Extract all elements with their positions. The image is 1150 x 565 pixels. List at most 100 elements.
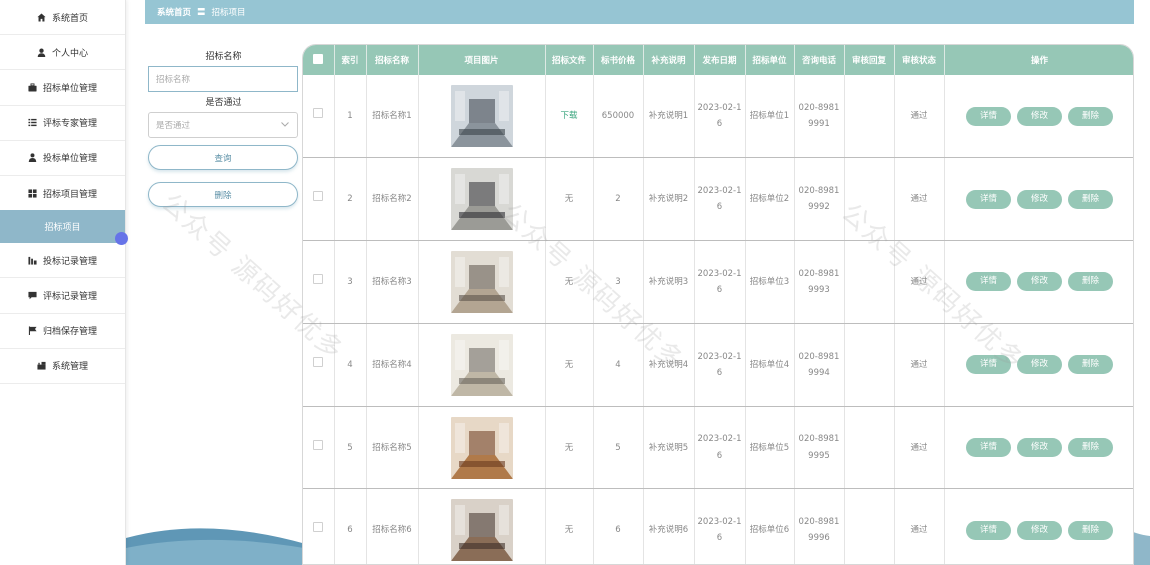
sidebar-item-archive[interactable]: 归档保存管理 — [0, 314, 125, 349]
breadcrumb-separator: 〓 — [197, 8, 206, 18]
cell-status: 通过 — [894, 240, 945, 324]
pass-select-placeholder: 是否通过 — [156, 121, 191, 131]
header-date: 发布日期 — [694, 45, 746, 75]
edit-button[interactable]: 修改 — [1017, 520, 1062, 540]
header-name: 招标名称 — [366, 45, 419, 75]
detail-button[interactable]: 详情 — [966, 189, 1011, 209]
cell-unit: 招标单位1 — [745, 75, 795, 159]
cell-status: 通过 — [894, 75, 945, 159]
cell-price: 3 — [593, 240, 644, 324]
row-select-cell — [303, 406, 335, 490]
select-all-checkbox[interactable] — [313, 53, 324, 64]
header-actions: 操作 — [944, 45, 1133, 75]
list-icon — [28, 118, 37, 127]
project-image[interactable] — [450, 499, 513, 562]
cell-file: 无 — [545, 240, 594, 324]
row-checkbox[interactable] — [313, 356, 324, 367]
project-image[interactable] — [450, 333, 513, 396]
delete-button[interactable]: 删除 — [1068, 438, 1113, 458]
cell-file: 无 — [545, 323, 594, 407]
row-checkbox[interactable] — [313, 273, 324, 284]
name-search-input[interactable]: 招标名称 — [148, 66, 298, 92]
briefcase-icon — [28, 83, 37, 92]
table-row: 2 招标名称2 无 2 补充说明2 2023-02-16 招标单位2 020-89819992… — [303, 157, 1133, 242]
row-checkbox[interactable] — [313, 439, 324, 450]
grid-icon — [28, 188, 37, 198]
cell-date: 2023-02-16 — [694, 75, 746, 159]
row-checkbox[interactable] — [313, 108, 324, 119]
cell-unit: 招标单位3 — [745, 240, 795, 324]
cell-index: 5 — [334, 406, 367, 490]
row-checkbox[interactable] — [313, 522, 324, 533]
pass-select[interactable]: 是否通过 — [148, 112, 298, 138]
detail-button[interactable]: 详情 — [966, 355, 1011, 375]
edit-button[interactable]: 修改 — [1017, 272, 1062, 292]
sidebar-item-bidder-unit[interactable]: 投标单位管理 — [0, 141, 125, 176]
comment-icon — [28, 291, 37, 300]
query-button[interactable]: 查询 — [148, 145, 298, 170]
sidebar-item-system[interactable]: 系统管理 — [0, 349, 125, 384]
sidebar-item-profile[interactable]: 个人中心 — [0, 35, 125, 71]
table-header-row: 索引 招标名称 项目图片 招标文件 标书价格 补充说明 发布日期 招标单位 咨询… — [303, 45, 1133, 75]
header-image: 项目图片 — [418, 45, 546, 75]
cell-note: 补充说明6 — [643, 488, 695, 564]
breadcrumb: 系统首页 〓 招标项目 — [145, 0, 1134, 24]
cell-actions: 详情 修改 删除 — [944, 323, 1133, 407]
home-icon — [37, 13, 46, 22]
project-image[interactable] — [450, 250, 513, 313]
sidebar-item-label: 系统管理 — [51, 362, 88, 373]
edit-button[interactable]: 修改 — [1017, 106, 1062, 126]
sidebar-item-experts[interactable]: 评标专家管理 — [0, 106, 125, 141]
row-select-cell — [303, 323, 335, 407]
sidebar-item-projects[interactable]: 招标项目管理 — [0, 176, 125, 212]
cell-image — [418, 488, 546, 564]
project-image[interactable] — [450, 416, 513, 479]
cell-date: 2023-02-16 — [694, 240, 746, 324]
delete-button[interactable]: 删除 — [1068, 355, 1113, 375]
file-none: 无 — [564, 194, 574, 205]
sidebar-item-evaluation-records[interactable]: 评标记录管理 — [0, 278, 125, 314]
file-none: 无 — [564, 525, 574, 536]
cell-price: 2 — [593, 157, 644, 242]
table-row: 6 招标名称6 无 6 补充说明6 2023-02-16 招标单位6 020-89819996… — [303, 488, 1133, 564]
cell-reply — [844, 488, 895, 564]
cell-image — [418, 323, 546, 407]
sidebar-item-label: 归档保存管理 — [42, 327, 97, 338]
sidebar-item-tender-unit[interactable]: 招标单位管理 — [0, 70, 125, 106]
edit-button[interactable]: 修改 — [1017, 189, 1062, 209]
project-image[interactable] — [450, 168, 513, 231]
cell-unit: 招标单位6 — [745, 488, 795, 564]
cell-unit: 招标单位4 — [745, 323, 795, 407]
sidebar-item-label: 招标项目 — [44, 223, 81, 234]
cell-reply — [844, 323, 895, 407]
delete-selected-button[interactable]: 删除 — [148, 182, 298, 207]
detail-button[interactable]: 详情 — [966, 272, 1011, 292]
sidebar-item-tender-project[interactable]: 招标项目 — [0, 210, 125, 244]
select-all-header — [303, 45, 335, 75]
delete-button[interactable]: 删除 — [1068, 520, 1113, 540]
cell-date: 2023-02-16 — [694, 488, 746, 564]
edit-button[interactable]: 修改 — [1017, 355, 1062, 375]
sidebar-item-bid-records[interactable]: 投标记录管理 — [0, 243, 125, 279]
cell-actions: 详情 修改 删除 — [944, 240, 1133, 324]
delete-button[interactable]: 删除 — [1068, 189, 1113, 209]
detail-button[interactable]: 详情 — [966, 438, 1011, 458]
breadcrumb-home[interactable]: 系统首页 — [157, 6, 191, 18]
table-row: 1 招标名称1 下载 650000 补充说明1 2023-02-16 招标单位1 020-89… — [303, 75, 1133, 159]
cell-reply — [844, 157, 895, 242]
cell-image — [418, 240, 546, 324]
detail-button[interactable]: 详情 — [966, 106, 1011, 126]
edit-button[interactable]: 修改 — [1017, 438, 1062, 458]
detail-button[interactable]: 详情 — [966, 520, 1011, 540]
project-image[interactable] — [450, 85, 513, 148]
row-checkbox[interactable] — [313, 191, 324, 202]
download-link[interactable]: 下载 — [560, 111, 577, 121]
cell-status: 通过 — [894, 488, 945, 564]
cell-reply — [844, 406, 895, 490]
sidebar-item-home[interactable]: 系统首页 — [0, 0, 125, 36]
delete-button[interactable]: 删除 — [1068, 272, 1113, 292]
cell-unit: 招标单位2 — [745, 157, 795, 242]
header-price: 标书价格 — [593, 45, 644, 75]
delete-button[interactable]: 删除 — [1068, 106, 1113, 126]
table-row: 3 招标名称3 无 3 补充说明3 2023-02-16 招标单位3 020-89819993… — [303, 240, 1133, 324]
